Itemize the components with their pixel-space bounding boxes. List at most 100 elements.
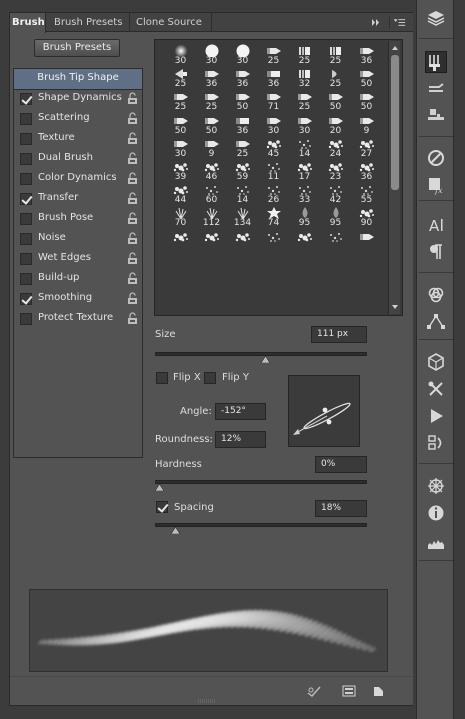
brush-tip-preset[interactable]: 24 (320, 137, 351, 160)
navigator-icon[interactable] (426, 476, 446, 496)
lock-icon[interactable] (127, 232, 138, 245)
brush-tip-preset[interactable]: 27 (351, 137, 382, 160)
brush-tip-preset[interactable]: 25 (227, 137, 258, 160)
brush-tip-preset[interactable]: 30 (165, 44, 196, 67)
lock-icon[interactable] (127, 252, 138, 265)
brush-tip-preset[interactable]: 95 (289, 206, 320, 229)
brush-tip-preset[interactable]: 26 (258, 183, 289, 206)
brush-option-row[interactable]: Color Dynamics (14, 169, 142, 189)
history-icon[interactable] (426, 433, 446, 453)
option-checkbox[interactable] (20, 193, 32, 205)
brush-tip-preset[interactable]: 59 (227, 160, 258, 183)
brush-tip-preset[interactable]: 25 (165, 67, 196, 90)
brush-grid-scrollbar[interactable] (388, 41, 400, 314)
color-icon[interactable] (426, 148, 446, 168)
brush-tip-preset[interactable]: 30 (289, 114, 320, 137)
clone-source-icon[interactable] (426, 105, 446, 125)
brush-option-row[interactable]: Transfer (14, 189, 142, 209)
brush-tip-shape-option[interactable]: Brush Tip Shape (14, 69, 142, 89)
lock-icon[interactable] (127, 292, 138, 305)
brush-option-row[interactable]: Wet Edges (14, 249, 142, 269)
brush-tip-preset[interactable]: 25 (289, 90, 320, 113)
brush-tip-preset[interactable]: 9 (351, 114, 382, 137)
brush-option-row[interactable]: Noise (14, 229, 142, 249)
option-checkbox[interactable] (20, 273, 32, 285)
size-field[interactable]: 111 px (311, 326, 367, 343)
option-checkbox[interactable] (20, 293, 32, 305)
brush-option-row[interactable]: Brush Pose (14, 209, 142, 229)
brush-tip-preset[interactable]: 36 (227, 114, 258, 137)
brush-tip-preset[interactable]: 25 (320, 44, 351, 67)
brush-tip-preset[interactable] (320, 230, 351, 253)
scroll-up-icon[interactable] (389, 42, 401, 54)
brush-tip-preset[interactable]: 44 (165, 183, 196, 206)
brush-tip-preset[interactable]: 95 (320, 206, 351, 229)
option-checkbox[interactable] (20, 313, 32, 325)
option-checkbox[interactable] (20, 153, 32, 165)
brush-tip-preset[interactable] (165, 230, 196, 253)
option-checkbox[interactable] (20, 133, 32, 145)
tab-brush-presets[interactable]: Brush Presets (48, 13, 130, 32)
toggle-live-tip-icon[interactable] (307, 685, 321, 697)
paths-icon[interactable] (426, 312, 446, 332)
lock-icon[interactable] (127, 112, 138, 125)
styles-icon[interactable]: fx (426, 175, 446, 195)
hardness-slider-knob[interactable] (155, 484, 164, 491)
spacing-field[interactable]: 18% (315, 500, 367, 517)
angle-roundness-widget[interactable] (288, 375, 360, 447)
adjustments-icon[interactable] (426, 379, 446, 399)
brush-tip-preset[interactable] (351, 230, 382, 253)
brush-tip-preset[interactable]: 50 (165, 114, 196, 137)
brush-tip-preset[interactable]: 30 (165, 137, 196, 160)
lock-icon[interactable] (127, 192, 138, 205)
flip-x-checkbox[interactable] (156, 372, 168, 384)
brush-tip-preset[interactable]: 50 (227, 90, 258, 113)
brush-tip-preset[interactable]: 25 (165, 90, 196, 113)
brush-option-row[interactable]: Texture (14, 129, 142, 149)
hardness-field[interactable]: 0% (315, 456, 367, 473)
brush-presets-icon[interactable] (426, 78, 446, 98)
roundness-field[interactable]: 12% (215, 431, 266, 448)
histogram-icon[interactable] (426, 533, 446, 553)
brush-tip-preset[interactable]: 46 (196, 160, 227, 183)
option-checkbox[interactable] (20, 213, 32, 225)
new-brush-icon[interactable] (372, 685, 386, 697)
lock-icon[interactable] (127, 172, 138, 185)
option-checkbox[interactable] (20, 173, 32, 185)
brush-tip-preset[interactable] (289, 230, 320, 253)
brush-tip-preset[interactable]: 134 (227, 206, 258, 229)
layers-icon[interactable] (426, 8, 446, 28)
brush-tip-preset[interactable] (227, 230, 258, 253)
brush-tip-preset[interactable]: 25 (320, 67, 351, 90)
lock-icon[interactable] (127, 152, 138, 165)
brush-tip-ellipse-icon[interactable] (289, 376, 361, 448)
show-grid-icon[interactable] (342, 685, 356, 697)
scroll-down-icon[interactable] (389, 301, 401, 313)
resize-grip-icon[interactable] (197, 699, 217, 703)
flip-y-checkbox[interactable] (204, 372, 216, 384)
brush-tip-preset[interactable]: 14 (289, 137, 320, 160)
spacing-checkbox[interactable] (156, 501, 168, 513)
brush-tip-preset[interactable]: 30 (196, 44, 227, 67)
brush-tip-preset[interactable]: 17 (289, 160, 320, 183)
brush-tip-preset[interactable]: 50 (196, 114, 227, 137)
brush-presets-button[interactable]: Brush Presets (34, 39, 120, 57)
lock-icon[interactable] (127, 272, 138, 285)
tab-brush[interactable]: Brush (10, 13, 46, 33)
brush-option-row[interactable]: Shape Dynamics (14, 89, 142, 109)
spacing-slider[interactable] (155, 523, 367, 527)
lock-icon[interactable] (127, 312, 138, 325)
channels-icon[interactable] (426, 285, 446, 305)
brush-tip-preset[interactable]: 33 (289, 183, 320, 206)
character-icon[interactable]: A (426, 215, 446, 235)
info-icon[interactable] (426, 503, 446, 523)
brush-option-row[interactable]: Scattering (14, 109, 142, 129)
spacing-slider-knob[interactable] (171, 527, 181, 534)
brush-tip-preset[interactable]: 50 (320, 90, 351, 113)
brush-tip-preset[interactable]: 36 (351, 160, 382, 183)
panel-menu-icon[interactable] (389, 17, 407, 28)
brush-tip-preset[interactable]: 11 (258, 160, 289, 183)
brush-tip-preset[interactable]: 50 (351, 67, 382, 90)
tab-clone-source[interactable]: Clone Source (130, 13, 212, 32)
brush-option-row[interactable]: Smoothing (14, 289, 142, 309)
